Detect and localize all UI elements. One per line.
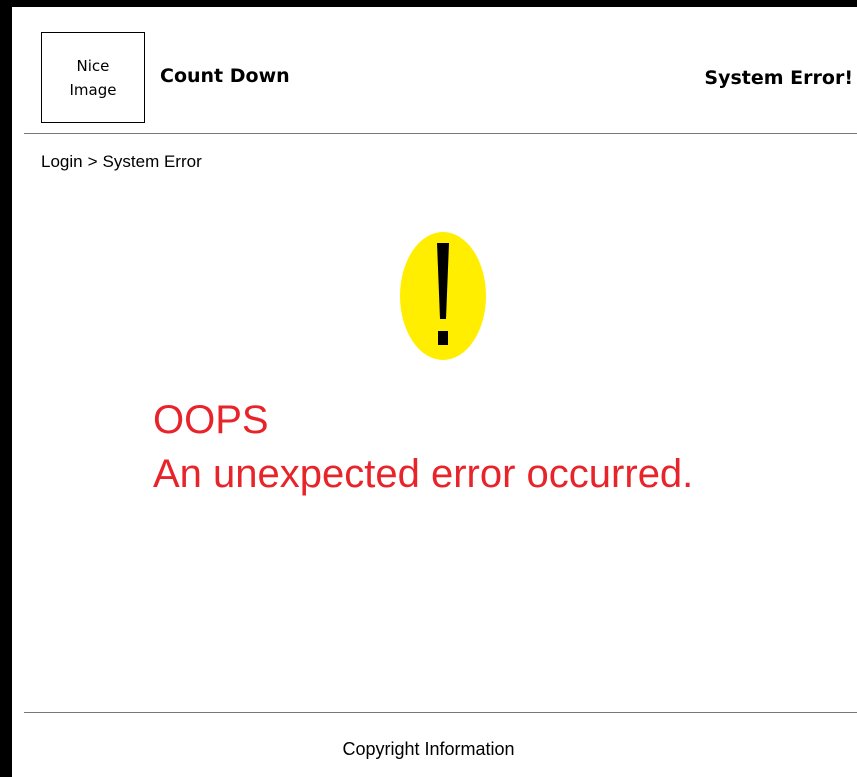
breadcrumb-item-system-error: System Error: [102, 152, 202, 171]
logo-line-1: Nice: [76, 56, 110, 75]
warning-icon-dot: [438, 331, 448, 345]
app-title: Count Down: [160, 65, 290, 87]
breadcrumb-separator: >: [87, 152, 98, 171]
error-heading: OOPS: [153, 398, 269, 442]
footer-copyright: Copyright Information: [342, 739, 515, 759]
exclamation-warning-icon: [400, 232, 486, 360]
page-frame: Nice Image Count Down System Error! Logi…: [0, 0, 857, 777]
header-divider: [24, 133, 857, 134]
breadcrumb: Login > System Error: [41, 152, 202, 172]
error-message-block: OOPS An unexpected error occurred.: [153, 393, 693, 501]
logo-line-2: Image: [69, 80, 117, 99]
breadcrumb-item-login[interactable]: Login: [41, 152, 83, 171]
footer-divider: [24, 712, 857, 713]
header-status: System Error!: [704, 67, 853, 89]
logo-placeholder: Nice Image: [41, 32, 145, 123]
error-message: An unexpected error occurred.: [153, 452, 694, 496]
